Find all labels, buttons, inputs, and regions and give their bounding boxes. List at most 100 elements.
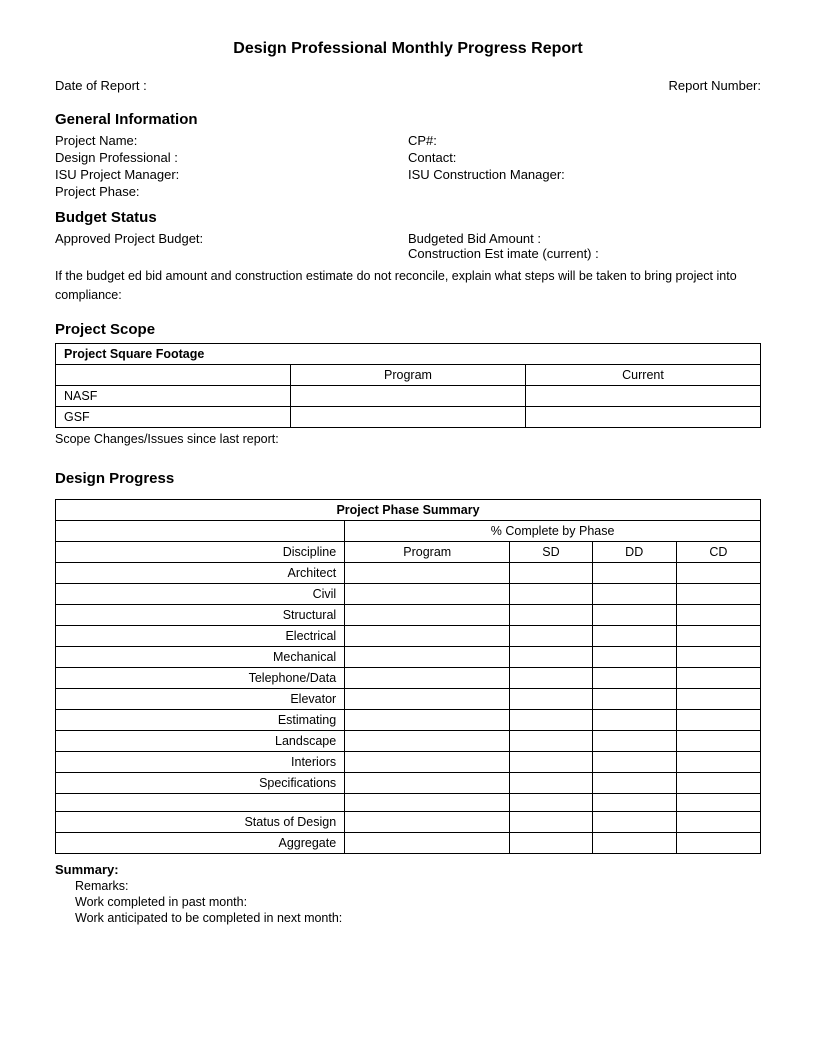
structural-cd — [676, 604, 760, 625]
isu-project-manager-label: ISU Project Manager: — [55, 167, 408, 182]
civil-sd — [510, 583, 592, 604]
specifications-program — [345, 772, 510, 793]
status-design-sd — [510, 811, 592, 832]
structural-dd — [592, 604, 676, 625]
architect-program — [345, 562, 510, 583]
aggregate-cd — [676, 832, 760, 853]
design-progress-section: Design Progress Project Phase Summary % … — [55, 470, 761, 925]
empty-1-col2 — [345, 793, 510, 811]
mechanical-dd — [592, 646, 676, 667]
project-scope-table: Project Square Footage Program Current N… — [55, 343, 761, 428]
phase-summary-header: Project Phase Summary — [56, 499, 761, 520]
landscape-label: Landscape — [56, 730, 345, 751]
remarks-line: Remarks: — [75, 879, 761, 893]
budget-note: If the budget ed bid amount and construc… — [55, 267, 761, 305]
scope-col-current: Current — [526, 364, 761, 385]
architect-sd — [510, 562, 592, 583]
header-section: Date of Report : Report Number: — [55, 78, 761, 93]
civil-label: Civil — [56, 583, 345, 604]
civil-cd — [676, 583, 760, 604]
project-square-footage-header: Project Square Footage — [56, 343, 761, 364]
architect-label: Architect — [56, 562, 345, 583]
telephone-data-dd — [592, 667, 676, 688]
scope-changes-label: Scope Changes/Issues since last report: — [55, 432, 761, 446]
mechanical-sd — [510, 646, 592, 667]
structural-label: Structural — [56, 604, 345, 625]
isu-construction-manager-label: ISU Construction Manager: — [408, 167, 761, 182]
aggregate-row: Aggregate — [56, 832, 761, 853]
pct-complete-header: % Complete by Phase — [345, 520, 761, 541]
col-discipline: Discipline — [56, 541, 345, 562]
discipline-row-interiors: Interiors — [56, 751, 761, 772]
status-design-program — [345, 811, 510, 832]
structural-program — [345, 604, 510, 625]
interiors-cd — [676, 751, 760, 772]
work-next-line: Work anticipated to be completed in next… — [75, 911, 761, 925]
report-number-label: Report Number: — [669, 78, 761, 93]
estimating-label: Estimating — [56, 709, 345, 730]
project-phase-summary-table: Project Phase Summary % Complete by Phas… — [55, 499, 761, 854]
telephone-data-sd — [510, 667, 592, 688]
project-name-label: Project Name: — [55, 133, 408, 148]
scope-gsf-row: GSF — [56, 406, 761, 427]
elevator-sd — [510, 688, 592, 709]
approved-budget-label: Approved Project Budget: — [55, 231, 408, 261]
aggregate-dd — [592, 832, 676, 853]
landscape-sd — [510, 730, 592, 751]
col-program: Program — [345, 541, 510, 562]
civil-dd — [592, 583, 676, 604]
nasf-current — [526, 385, 761, 406]
electrical-cd — [676, 625, 760, 646]
contact-label: Contact: — [408, 150, 761, 165]
architect-cd — [676, 562, 760, 583]
landscape-program — [345, 730, 510, 751]
budgeted-bid-label: Budgeted Bid Amount : — [408, 231, 761, 246]
mechanical-cd — [676, 646, 760, 667]
nasf-label: NASF — [56, 385, 291, 406]
estimating-sd — [510, 709, 592, 730]
specifications-cd — [676, 772, 760, 793]
design-professional-label: Design Professional : — [55, 150, 408, 165]
budget-status-section: Budget Status Approved Project Budget: B… — [55, 209, 761, 305]
elevator-dd — [592, 688, 676, 709]
elevator-program — [345, 688, 510, 709]
budget-grid: Approved Project Budget: Budgeted Bid Am… — [55, 231, 761, 261]
budget-right-col: Budgeted Bid Amount : Construction Est i… — [408, 231, 761, 261]
summary-label: Summary: — [55, 862, 119, 877]
landscape-cd — [676, 730, 760, 751]
mechanical-label: Mechanical — [56, 646, 345, 667]
project-scope-title: Project Scope — [55, 321, 761, 338]
interiors-dd — [592, 751, 676, 772]
discipline-row-structural: Structural — [56, 604, 761, 625]
empty-1-col4 — [592, 793, 676, 811]
gsf-current — [526, 406, 761, 427]
empty-1-col1 — [56, 793, 345, 811]
electrical-dd — [592, 625, 676, 646]
discipline-row-telephone-data: Telephone/Data — [56, 667, 761, 688]
page-title: Design Professional Monthly Progress Rep… — [55, 40, 761, 58]
nasf-program — [291, 385, 526, 406]
work-past-line: Work completed in past month: — [75, 895, 761, 909]
date-of-report-label: Date of Report : — [55, 78, 147, 93]
interiors-label: Interiors — [56, 751, 345, 772]
estimating-cd — [676, 709, 760, 730]
col-dd: DD — [592, 541, 676, 562]
summary-section: Summary: Remarks: Work completed in past… — [55, 862, 761, 925]
general-info-title: General Information — [55, 111, 761, 128]
landscape-dd — [592, 730, 676, 751]
specifications-dd — [592, 772, 676, 793]
mechanical-program — [345, 646, 510, 667]
cp-label: CP#: — [408, 133, 761, 148]
specifications-label: Specifications — [56, 772, 345, 793]
discipline-row-landscape: Landscape — [56, 730, 761, 751]
estimating-program — [345, 709, 510, 730]
interiors-sd — [510, 751, 592, 772]
discipline-row-estimating: Estimating — [56, 709, 761, 730]
aggregate-label: Aggregate — [56, 832, 345, 853]
col-cd: CD — [676, 541, 760, 562]
telephone-data-label: Telephone/Data — [56, 667, 345, 688]
status-design-row: Status of Design — [56, 811, 761, 832]
architect-dd — [592, 562, 676, 583]
discipline-row-electrical: Electrical — [56, 625, 761, 646]
project-scope-section: Project Scope Project Square Footage Pro… — [55, 321, 761, 446]
